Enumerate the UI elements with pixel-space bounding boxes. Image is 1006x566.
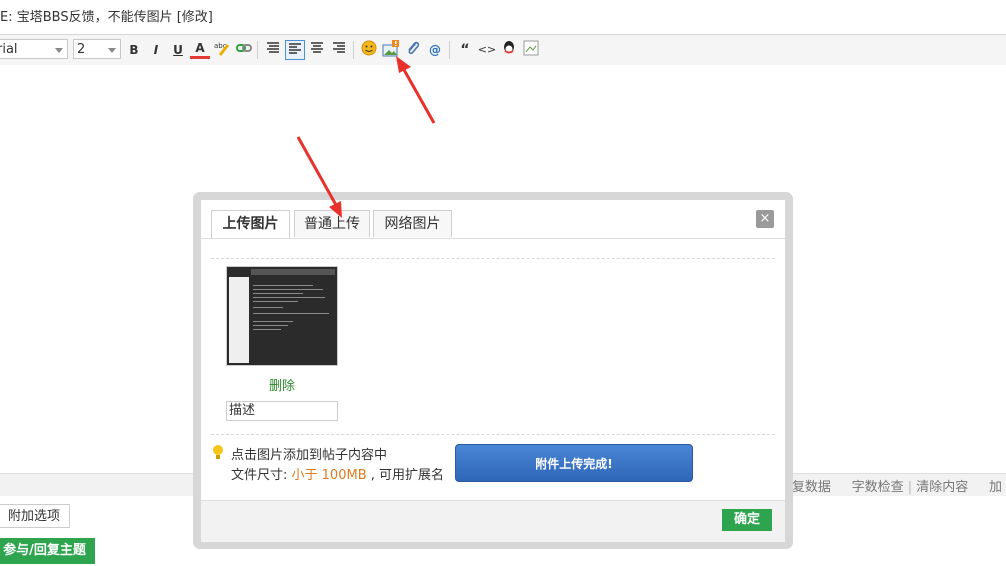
chevron-down-icon <box>108 48 116 53</box>
uploaded-image-thumbnail[interactable] <box>226 266 338 366</box>
post-title-line: E: 宝塔BBS反馈，不能传图片 [修改] <box>0 10 213 25</box>
underline-icon[interactable]: U <box>168 40 188 60</box>
quote-icon[interactable]: “ <box>455 40 475 60</box>
reply-topic-button[interactable]: 参与/回复主题 <box>0 538 95 564</box>
dialog-tabs: 上传图片 普通上传 网络图片 × <box>201 200 785 239</box>
ext-label: , 可用扩展名 <box>370 468 445 483</box>
bold-icon[interactable]: B <box>124 40 144 60</box>
broken-image-icon[interactable] <box>521 40 541 60</box>
qq-icon[interactable] <box>499 40 519 60</box>
tab-normal-upload[interactable]: 普通上传 <box>294 210 370 237</box>
word-check-link[interactable]: 字数检查 <box>852 480 904 495</box>
tab-upload-image[interactable]: 上传图片 <box>211 210 290 238</box>
italic-icon[interactable]: I <box>146 40 166 60</box>
align-left-icon[interactable] <box>263 40 283 60</box>
mention-icon[interactable]: @ <box>425 40 445 60</box>
font-size-value: 2 <box>77 42 86 57</box>
size-label: 文件尺寸: <box>231 468 288 483</box>
image-description-input[interactable]: 描述 <box>226 401 338 421</box>
editor-toolbar: rial 2 B I U A abc @ “ <> <box>0 34 1006 66</box>
lightbulb-icon <box>213 445 223 455</box>
extra-options-button[interactable]: 附加选项 <box>0 504 70 528</box>
upload-dialog: 上传图片 普通上传 网络图片 × 删除 描述 点击图片添加到帖子内容中 文件尺寸… <box>201 200 785 542</box>
image-icon[interactable] <box>381 40 401 60</box>
more-link[interactable]: 加 <box>989 480 1002 495</box>
clear-content-link[interactable]: 清除内容 <box>916 480 968 495</box>
attachment-icon[interactable] <box>403 40 423 60</box>
font-color-icon[interactable]: A <box>190 40 210 59</box>
chevron-down-icon <box>55 48 63 53</box>
size-value: 小于 100MB <box>291 468 367 483</box>
align-center-icon[interactable] <box>285 40 305 60</box>
link-icon[interactable] <box>234 40 254 60</box>
font-family-value: rial <box>0 42 18 57</box>
code-icon[interactable]: <> <box>477 40 497 60</box>
close-icon[interactable]: × <box>756 210 774 228</box>
align-justify-icon[interactable] <box>307 40 327 60</box>
confirm-button[interactable]: 确定 <box>722 509 772 531</box>
tab-web-image[interactable]: 网络图片 <box>373 210 452 237</box>
emoji-icon[interactable] <box>359 40 379 60</box>
file-size-info: 文件尺寸: 小于 100MB , 可用扩展名 <box>231 464 444 483</box>
status-links: | 恢复数据 字数检查 | 清除内容 加 <box>770 480 1002 495</box>
align-right-icon[interactable] <box>329 40 349 60</box>
delete-image-link[interactable]: 删除 <box>226 375 338 394</box>
font-size-select[interactable]: 2 <box>73 39 121 59</box>
dialog-footer: 确定 <box>201 500 785 542</box>
font-family-select[interactable]: rial <box>0 39 68 59</box>
highlight-icon[interactable]: abc <box>212 40 232 60</box>
upload-complete-toast: 附件上传完成! <box>455 444 693 482</box>
tip-text: 点击图片添加到帖子内容中 <box>231 448 388 463</box>
